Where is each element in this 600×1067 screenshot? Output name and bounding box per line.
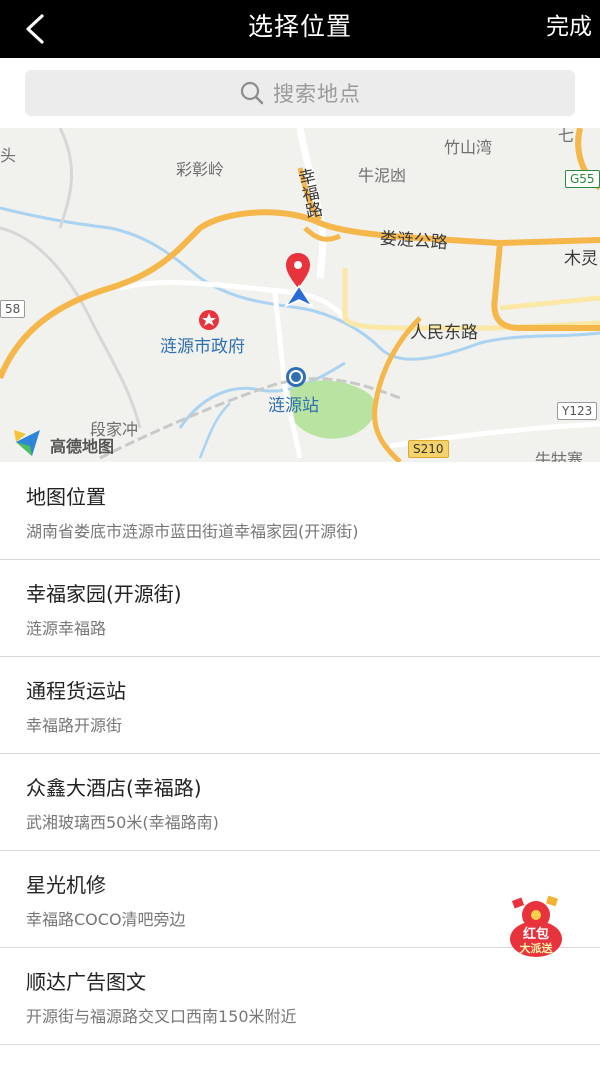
location-address: 湖南省娄底市涟源市蓝田街道幸福家园(开源街) <box>26 522 359 541</box>
location-address: 幸福路开源街 <box>26 716 123 735</box>
map-road-label: 人民东路 <box>410 323 478 343</box>
location-address: 涟源幸福路 <box>26 619 107 638</box>
location-name: 星光机修 <box>26 873 106 897</box>
road-number-badge: G55 <box>565 170 600 188</box>
list-item[interactable]: 众鑫大酒店(幸福路) 武湘玻璃西50米(幸福路南) <box>0 754 600 851</box>
map-logo-text: 高德地图 <box>50 437 115 456</box>
search-bar-area: 搜索地点 <box>0 58 600 128</box>
page-title: 选择位置 <box>247 12 352 41</box>
road-number-badge: Y123 <box>557 402 598 420</box>
location-name: 众鑫大酒店(幸福路) <box>26 776 202 800</box>
red-packet-promo-button[interactable]: 红包 大派送 <box>503 893 569 963</box>
map-label: 牛牯寨 <box>535 450 584 462</box>
map-label: 头 <box>0 146 17 165</box>
location-address: 幸福路COCO清吧旁边 <box>26 910 186 929</box>
map-poi-label: 涟源市政府 <box>160 337 245 357</box>
map-label: 牛泥凼 <box>358 166 407 185</box>
map-road-label: 娄涟公路 <box>379 228 449 254</box>
road-number-badge: S210 <box>408 440 449 458</box>
location-name: 通程货运站 <box>26 679 126 703</box>
road-number-badge: 58 <box>0 300 26 318</box>
top-bar: 选择位置 完成 <box>0 0 600 58</box>
search-placeholder: 搜索地点 <box>273 82 361 106</box>
map-poi-label: 涟源站 <box>268 396 319 416</box>
list-item[interactable]: 地图位置 湖南省娄底市涟源市蓝田街道幸福家园(开源街) <box>0 463 600 560</box>
search-input[interactable]: 搜索地点 <box>25 70 575 116</box>
location-name: 幸福家园(开源街) <box>26 582 182 606</box>
location-name: 顺达广告图文 <box>26 970 146 994</box>
location-address: 开源街与福源路交叉口西南150米附近 <box>26 1007 297 1026</box>
map-label: 彩彰岭 <box>176 160 225 179</box>
map-label: 木灵 <box>564 249 598 269</box>
location-address: 武湘玻璃西50米(幸福路南) <box>26 813 219 832</box>
map-view[interactable]: 头 彩彰岭 竹山湾 牛泥凼 七 幸福路 娄涟公路 木灵 人民东路 涟源市政府 涟… <box>0 128 600 462</box>
map-label: 七 <box>558 128 575 145</box>
list-item[interactable]: 幸福家园(开源街) 涟源幸福路 <box>0 560 600 657</box>
search-icon <box>240 81 264 105</box>
promo-line2: 大派送 <box>519 942 553 955</box>
map-label: 竹山湾 <box>444 138 493 157</box>
location-name: 地图位置 <box>26 485 106 509</box>
amap-logo-icon <box>14 430 40 456</box>
location-pin-icon <box>286 253 310 288</box>
list-item[interactable]: 通程货运站 幸福路开源街 <box>0 657 600 754</box>
done-button[interactable]: 完成 <box>546 0 592 54</box>
